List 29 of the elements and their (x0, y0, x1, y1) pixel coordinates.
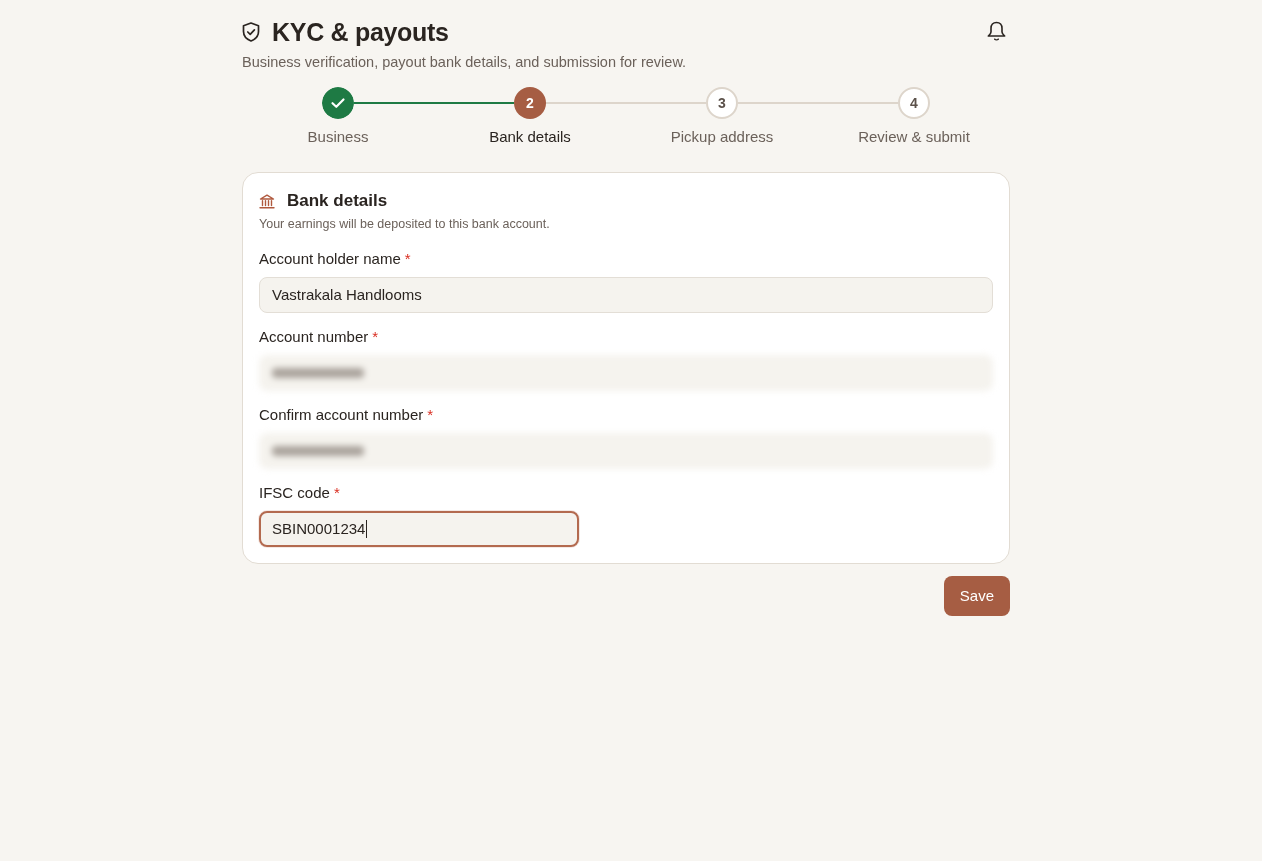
field-label: Account number (259, 327, 369, 347)
step-label[interactable]: Business (307, 127, 369, 147)
input-field[interactable]: Vastrakala Handlooms (259, 277, 993, 313)
card-description: Your earnings will be deposited to this bank account. (259, 216, 551, 233)
bank-icon (259, 193, 275, 209)
required-mark: * (427, 405, 434, 425)
required-mark: * (372, 327, 379, 347)
step-label[interactable]: Pickup address (670, 127, 774, 147)
notification-bell-icon[interactable] (987, 21, 1006, 41)
card-title: Bank details (287, 190, 388, 212)
input-field[interactable] (259, 355, 993, 391)
page-subtitle: Business verification, payout bank details, and submission for review. (242, 53, 687, 72)
field-label: IFSC code (259, 483, 330, 503)
page-title: KYC & payouts (272, 17, 449, 47)
step-number[interactable]: 3 (706, 87, 738, 119)
step-number[interactable]: 2 (514, 87, 546, 119)
required-mark: * (404, 249, 411, 269)
input-field[interactable] (259, 433, 993, 469)
step-label[interactable]: Bank details (489, 127, 571, 147)
step-complete-icon[interactable] (322, 87, 354, 119)
field-label: Account holder name (259, 249, 401, 269)
step-label[interactable]: Review & submit (858, 127, 970, 147)
save-button[interactable]: Save (943, 576, 1010, 616)
shield-check-icon (242, 22, 260, 42)
required-mark: * (333, 483, 340, 503)
step-number[interactable]: 4 (898, 87, 930, 119)
input-field[interactable]: SBIN0001234 (259, 511, 579, 547)
field-label: Confirm account number (259, 405, 424, 425)
text-cursor-icon (366, 520, 368, 538)
